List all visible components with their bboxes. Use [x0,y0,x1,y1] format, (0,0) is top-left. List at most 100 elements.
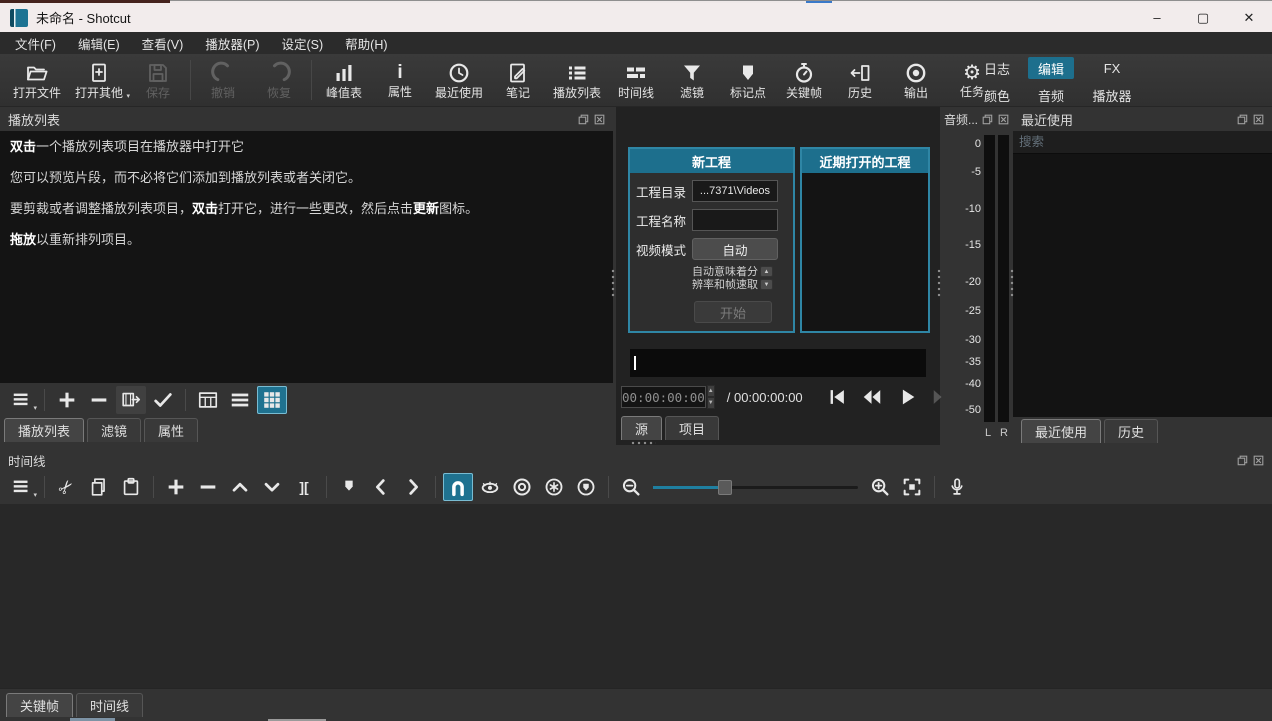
filters-button[interactable]: 滤镜 [664,59,720,102]
close-panel-icon[interactable] [1253,455,1264,466]
tab-filters[interactable]: 滤镜 [87,418,141,442]
spin-down-icon[interactable]: ▼ [707,397,715,409]
split-button[interactable]: ][ [289,473,319,501]
slider-handle[interactable] [718,480,732,495]
playlist-update-button[interactable] [148,386,178,414]
float-panel-icon[interactable] [1237,114,1248,125]
layout-logging[interactable]: 日志 [974,57,1020,79]
hint-scroll-down-button[interactable]: ▼ [760,279,773,290]
menu-help[interactable]: 帮助(H) [334,32,398,54]
output-button[interactable]: 输出 [888,59,944,102]
layout-fx[interactable]: FX [1082,57,1142,79]
tab-properties[interactable]: 属性 [144,418,198,442]
append-button[interactable] [161,473,191,501]
spin-up-icon[interactable]: ▲ [707,385,715,397]
ripple-delete-button[interactable] [193,473,223,501]
tab-playlist[interactable]: 播放列表 [4,418,84,442]
open-file-button[interactable]: 打开文件 [6,59,68,102]
splitter-handle[interactable] [1010,268,1014,298]
overwrite-button[interactable] [257,473,287,501]
history-button[interactable]: 历史 [832,59,888,102]
playlist-append-button[interactable] [52,386,82,414]
tab-keyframes[interactable]: 关键帧 [6,693,73,717]
layout-editing[interactable]: 编辑 [1028,57,1074,79]
create-marker-button[interactable] [334,473,364,501]
save-button[interactable]: 保存 [130,59,186,102]
lift-button[interactable] [225,473,255,501]
next-marker-button[interactable] [398,473,428,501]
hint-scroll-up-button[interactable]: ▲ [760,266,773,277]
timecode-spinner[interactable]: ▲▼ [707,385,715,409]
recent-button[interactable]: 最近使用 [428,59,490,102]
float-panel-icon[interactable] [578,114,589,125]
tab-timeline[interactable]: 时间线 [76,693,143,717]
copy-button[interactable] [84,473,114,501]
video-mode-button[interactable]: 自动 [692,238,778,260]
maximize-button[interactable]: ▢ [1180,3,1226,32]
play-button[interactable] [895,385,919,409]
ripple-markers-button[interactable] [571,473,601,501]
menu-file[interactable]: 文件(F) [4,32,67,54]
timeline-tracks-area[interactable] [0,504,1272,688]
paste-button[interactable] [116,473,146,501]
ripple-all-tracks-button[interactable] [539,473,569,501]
timeline-menu-button[interactable]: ▾ [7,473,37,501]
recent-projects-list[interactable] [802,173,928,331]
tab-history[interactable]: 历史 [1104,419,1158,443]
properties-button[interactable]: i 属性 [372,60,428,101]
skip-to-start-button[interactable] [825,385,849,409]
notes-button[interactable]: 笔记 [490,59,546,102]
redo-button[interactable]: 恢复 [251,59,307,102]
start-button[interactable]: 开始 [694,301,772,323]
splitter-handle[interactable] [630,441,656,445]
menu-edit[interactable]: 编辑(E) [67,32,131,54]
rewind-button[interactable] [860,385,884,409]
timecode-field[interactable]: 00:00:00:00 [621,386,706,408]
playlist-open-button[interactable] [116,386,146,414]
float-panel-icon[interactable] [1237,455,1248,466]
scrub-while-dragging-button[interactable] [475,473,505,501]
close-button[interactable]: ✕ [1226,3,1272,32]
zoom-fit-button[interactable] [897,473,927,501]
close-panel-icon[interactable] [1253,114,1264,125]
tab-recent[interactable]: 最近使用 [1021,419,1101,443]
menu-settings[interactable]: 设定(S) [270,32,334,54]
zoom-out-button[interactable] [616,473,646,501]
record-audio-button[interactable] [942,473,972,501]
undo-button[interactable]: 撤销 [195,59,251,102]
playlist-remove-button[interactable] [84,386,114,414]
close-panel-icon[interactable] [998,114,1009,125]
markers-button[interactable]: 标记点 [720,59,776,102]
recent-list[interactable] [1013,154,1272,417]
player-scrub-bar[interactable] [630,349,926,377]
view-details-button[interactable] [193,386,223,414]
minimize-button[interactable]: – [1134,3,1180,32]
peak-meter-button[interactable]: 峰值表 [316,59,372,102]
playlist-button[interactable]: 播放列表 [546,59,608,102]
menu-view[interactable]: 查看(V) [131,32,195,54]
tab-source[interactable]: 源 [621,416,662,440]
layout-player[interactable]: 播放器 [1082,84,1142,106]
project-folder-button[interactable]: ...7371\Videos [692,180,778,202]
playlist-menu-button[interactable]: ▾ [7,386,37,414]
menu-player[interactable]: 播放器(P) [194,32,270,54]
ripple-button[interactable] [507,473,537,501]
open-other-button[interactable]: 打开其他 ▾ [68,59,130,102]
splitter-handle[interactable] [611,268,615,298]
timeline-button[interactable]: 时间线 [608,59,664,102]
project-name-input[interactable] [692,209,778,231]
slider-track[interactable] [653,486,858,489]
timeline-zoom-slider[interactable] [653,475,858,499]
view-tiles-button[interactable] [225,386,255,414]
zoom-in-button[interactable] [865,473,895,501]
layout-color[interactable]: 颜色 [974,84,1020,106]
splitter-handle[interactable] [937,268,941,298]
previous-marker-button[interactable] [366,473,396,501]
close-panel-icon[interactable] [594,114,605,125]
snap-button[interactable] [443,473,473,501]
view-icons-button[interactable] [257,386,287,414]
float-panel-icon[interactable] [982,114,993,125]
cut-button[interactable]: ✂ [52,473,82,501]
layout-audio[interactable]: 音频 [1028,84,1074,106]
keyframes-button[interactable]: 关键帧 [776,59,832,102]
